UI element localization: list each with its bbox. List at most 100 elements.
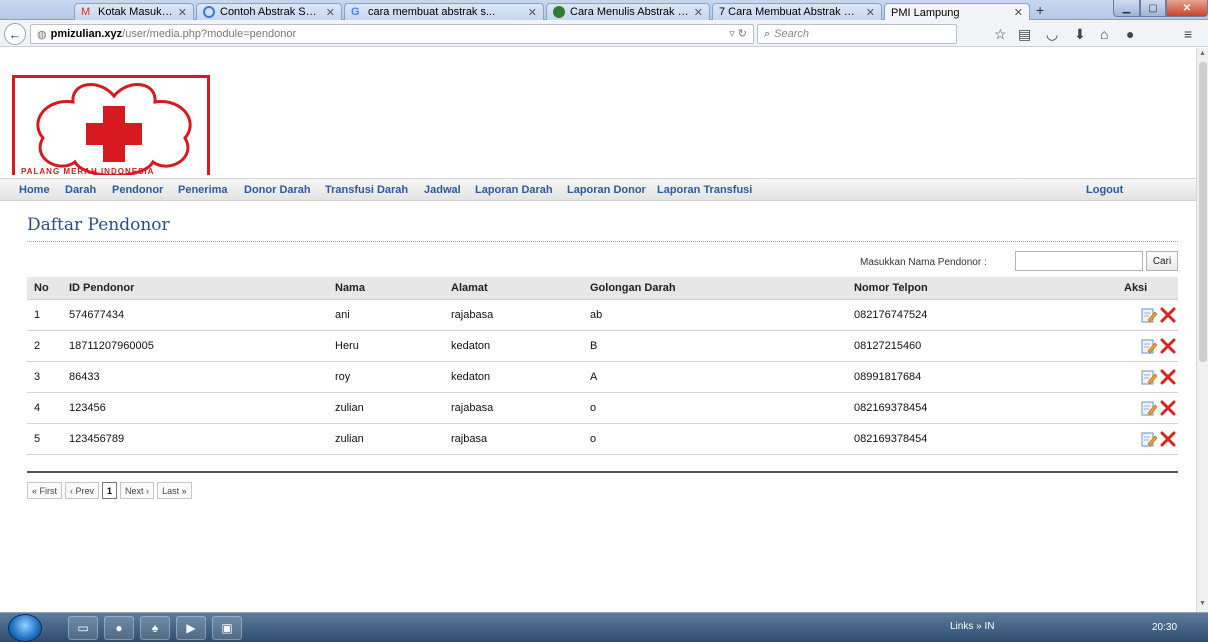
table-cell: 08127215460 <box>847 330 1086 362</box>
menu-transfusi-darah[interactable]: Transfusi Darah <box>325 184 408 196</box>
close-tab-icon[interactable]: ✕ <box>694 6 703 19</box>
current-page[interactable]: 1 <box>102 482 118 499</box>
page-scrollbar[interactable]: ▲ ▼ <box>1196 48 1208 612</box>
document-icon[interactable]: ▣ <box>212 616 242 640</box>
donor-table: No ID Pendonor Nama Alamat Golongan Dara… <box>27 277 1178 455</box>
media-player-icon[interactable]: ▶ <box>176 616 206 640</box>
delete-icon[interactable] <box>1160 307 1176 323</box>
explorer-icon[interactable]: ▭ <box>68 616 98 640</box>
browser-tab[interactable]: Cara Menulis Abstrak U... ✕ <box>546 3 710 20</box>
last-page-link[interactable]: Last » <box>157 482 192 499</box>
reload-icon[interactable]: ▿ ↻ <box>729 27 747 40</box>
table-cell: 574677434 <box>62 299 328 331</box>
column-header: Golongan Darah <box>583 277 847 300</box>
column-header: No <box>27 277 62 300</box>
menu-home[interactable]: Home <box>19 184 50 196</box>
pocket-icon[interactable]: ◡ <box>1046 26 1058 43</box>
browser-tab[interactable]: Contoh Abstrak Skripsi ... ✕ <box>196 3 342 20</box>
red-cross-logo-icon <box>36 83 192 175</box>
actions-cell <box>1086 361 1178 393</box>
windows-taskbar: ▭ ● ♠ ▶ ▣ Links » IN 20:30 <box>0 612 1208 642</box>
table-cell: zulian <box>328 423 444 455</box>
download-icon[interactable]: ⬇ <box>1074 26 1086 43</box>
close-tab-icon[interactable]: ✕ <box>1014 6 1023 19</box>
table-cell: 4 <box>27 392 62 424</box>
browser-tab-active[interactable]: PMI Lampung ✕ <box>884 3 1030 21</box>
scroll-up-icon[interactable]: ▲ <box>1199 50 1206 57</box>
search-button[interactable]: Cari <box>1146 251 1178 271</box>
url-bar[interactable]: ◍ pmizulian.xyz/user/media.php?module=pe… <box>30 24 754 44</box>
home-icon[interactable]: ⌂ <box>1100 26 1108 42</box>
edit-icon[interactable] <box>1141 307 1158 323</box>
main-menu: Home Darah Pendonor Penerima Donor Darah… <box>0 178 1196 201</box>
title-divider <box>27 241 1178 242</box>
delete-icon[interactable] <box>1160 431 1176 447</box>
column-header: Aksi <box>1086 277 1178 300</box>
url-path: /user/media.php?module=pendonor <box>122 28 297 40</box>
menu-laporan-donor[interactable]: Laporan Donor <box>567 184 646 196</box>
bookmarks-menu-icon[interactable]: ▤ <box>1018 26 1031 43</box>
browser-tab-bar: M Kotak Masuk (73) - mzh... ✕ Contoh Abs… <box>0 0 1208 21</box>
menu-icon[interactable]: ≡ <box>1184 26 1192 42</box>
menu-darah[interactable]: Darah <box>65 184 96 196</box>
edit-icon[interactable] <box>1141 431 1158 447</box>
table-cell: 082176747524 <box>847 299 1086 331</box>
search-bar[interactable]: ⌕ Search <box>757 24 957 44</box>
start-button[interactable] <box>8 614 42 642</box>
delete-icon[interactable] <box>1160 369 1176 385</box>
back-button[interactable]: ← <box>4 23 26 45</box>
maximize-button[interactable]: ▢ <box>1140 0 1166 17</box>
actions-cell <box>1086 392 1178 424</box>
table-cell: 082169378454 <box>847 423 1086 455</box>
menu-pendonor[interactable]: Pendonor <box>112 184 163 196</box>
close-window-button[interactable]: ✕ <box>1166 0 1208 17</box>
close-tab-icon[interactable]: ✕ <box>866 6 875 19</box>
table-cell: 08991817684 <box>847 361 1086 393</box>
menu-laporan-transfusi[interactable]: Laporan Transfusi <box>657 184 752 196</box>
firefox-icon[interactable]: ● <box>104 616 134 640</box>
browser-tab[interactable]: G cara membuat abstrak s... ✕ <box>344 3 544 20</box>
clock: 20:30 <box>1152 622 1178 633</box>
table-row: 2 18711207960005 Heru kedaton B 08127215460 <box>27 330 1178 362</box>
menu-penerima[interactable]: Penerima <box>178 184 228 196</box>
table-cell: A <box>583 361 847 393</box>
browser-tab[interactable]: M Kotak Masuk (73) - mzh... ✕ <box>74 3 194 20</box>
next-page-link[interactable]: Next › <box>120 482 155 499</box>
scrollbar-thumb[interactable] <box>1199 62 1207 362</box>
menu-laporan-darah[interactable]: Laporan Darah <box>475 184 553 196</box>
table-cell: zulian <box>328 392 444 424</box>
scroll-down-icon[interactable]: ▼ <box>1199 600 1206 607</box>
browser-tab[interactable]: 7 Cara Membuat Abstrak Ka... ✕ <box>712 3 882 20</box>
close-tab-icon[interactable]: ✕ <box>326 6 335 19</box>
delete-icon[interactable] <box>1160 338 1176 354</box>
edit-icon[interactable] <box>1141 338 1158 354</box>
menu-donor-darah[interactable]: Donor Darah <box>244 184 311 196</box>
logout-link[interactable]: Logout <box>1086 184 1123 196</box>
close-tab-icon[interactable]: ✕ <box>528 6 537 19</box>
system-tray: Links » IN <box>950 621 995 632</box>
delete-icon[interactable] <box>1160 400 1176 416</box>
table-cell: 2 <box>27 330 62 362</box>
edit-icon[interactable] <box>1141 369 1158 385</box>
minimize-button[interactable]: ▁ <box>1113 0 1140 17</box>
table-cell: rajabasa <box>444 299 583 331</box>
chat-icon[interactable]: ● <box>1126 26 1134 42</box>
globe-icon: ◍ <box>37 28 47 41</box>
table-row: 3 86433 roy kedaton A 08991817684 <box>27 361 1178 393</box>
new-tab-icon[interactable]: + <box>1036 2 1044 18</box>
edit-icon[interactable] <box>1141 400 1158 416</box>
first-page-link[interactable]: « First <box>27 482 63 499</box>
search-icon: ⌕ <box>764 27 771 40</box>
search-input[interactable] <box>1015 251 1143 271</box>
bookmark-star-icon[interactable]: ☆ <box>994 26 1007 43</box>
pmi-logo: PALANG MERAH INDONESIA <box>12 75 210 175</box>
google-icon: G <box>351 6 360 18</box>
app-icon[interactable]: ♠ <box>140 616 170 640</box>
table-cell: Heru <box>328 330 444 362</box>
menu-jadwal[interactable]: Jadwal <box>424 184 461 196</box>
web-page: PALANG MERAH INDONESIA Home Darah Pendon… <box>0 48 1196 612</box>
table-cell: 1 <box>27 299 62 331</box>
browser-nav-bar: ← ◍ pmizulian.xyz/user/media.php?module=… <box>0 20 1208 47</box>
prev-page-link[interactable]: ‹ Prev <box>65 482 100 499</box>
close-tab-icon[interactable]: ✕ <box>178 6 187 19</box>
